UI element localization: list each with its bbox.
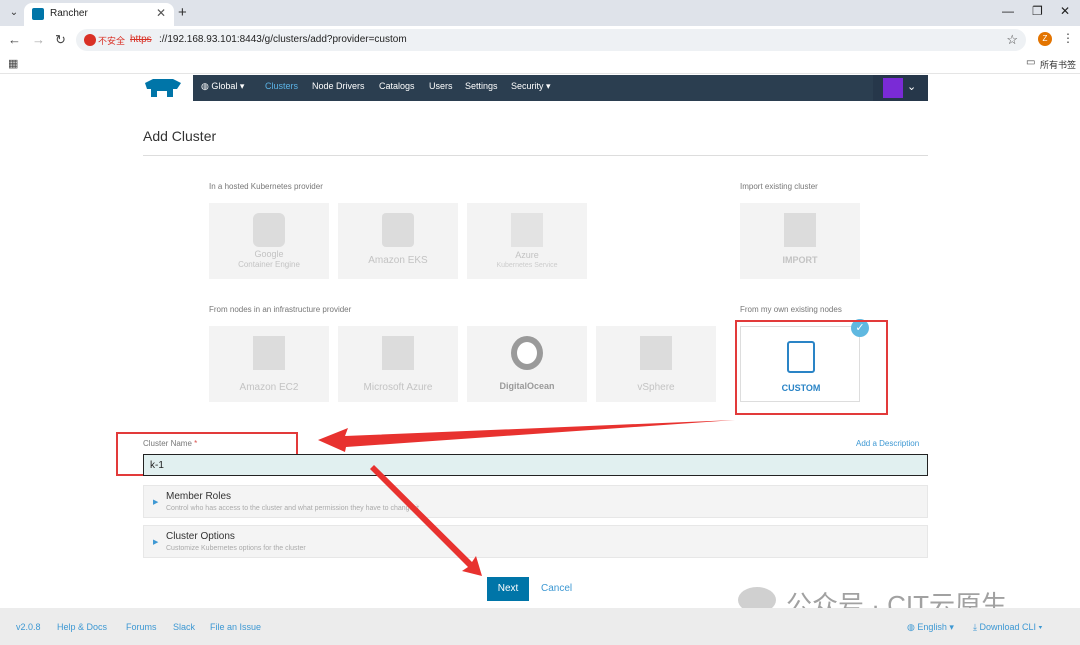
minimize-icon[interactable]: — bbox=[1002, 4, 1014, 18]
footer-slack[interactable]: Slack bbox=[173, 622, 195, 632]
back-arrow-icon[interactable]: ← bbox=[8, 32, 21, 47]
card-amazon-eks[interactable]: Amazon EKS bbox=[338, 203, 458, 279]
bookmarks-bar: ▦ ▭ 所有书签 bbox=[0, 54, 1080, 74]
cluster-name-input[interactable] bbox=[143, 454, 928, 476]
digitalocean-icon bbox=[511, 336, 543, 370]
do-label: DigitalOcean bbox=[499, 381, 555, 391]
accordion-subtitle: Control who has access to the cluster an… bbox=[166, 505, 419, 512]
browser-tab[interactable]: Rancher ✕ bbox=[24, 3, 174, 26]
warning-icon bbox=[84, 34, 96, 46]
url-input[interactable]: 不安全 https ://192.168.93.101:8443/g/clust… bbox=[76, 29, 1026, 51]
page-title: Add Cluster bbox=[143, 128, 217, 144]
expand-arrow-icon: ▶ bbox=[153, 499, 159, 506]
vsphere-icon bbox=[640, 336, 672, 370]
expand-arrow-icon: ▶ bbox=[153, 539, 159, 546]
apps-grid-icon[interactable]: ▦ bbox=[8, 57, 18, 70]
rancher-page: ◍ Global ▾ Clusters Node Drivers Catalog… bbox=[0, 75, 1080, 645]
footer-file-issue[interactable]: File an Issue bbox=[210, 622, 261, 632]
gke-hexagon-icon bbox=[253, 213, 285, 247]
nav-settings[interactable]: Settings bbox=[465, 81, 498, 91]
footer-forums[interactable]: Forums bbox=[126, 622, 157, 632]
nav-users[interactable]: Users bbox=[429, 81, 453, 91]
required-mark: * bbox=[194, 439, 198, 448]
address-bar-row: ← → ↻ 不安全 https ://192.168.93.101:8443/g… bbox=[0, 26, 1080, 54]
section-own-label: From my own existing nodes bbox=[740, 305, 842, 314]
avatar bbox=[883, 78, 903, 98]
close-icon[interactable]: ✕ bbox=[156, 6, 166, 20]
ec2-icon bbox=[253, 336, 285, 370]
insecure-label: 不安全 bbox=[98, 36, 126, 46]
next-button[interactable]: Next bbox=[487, 577, 529, 601]
gke-line1: Google bbox=[254, 249, 284, 259]
card-import[interactable]: IMPORT bbox=[740, 203, 860, 279]
rancher-favicon-icon bbox=[32, 8, 44, 20]
bookmark-star-icon[interactable]: ☆ bbox=[1006, 32, 1018, 48]
new-tab-plus-icon[interactable]: + bbox=[178, 4, 187, 21]
windows-icon bbox=[382, 336, 414, 370]
tab-list-chevron-icon[interactable]: ⌄ bbox=[6, 5, 22, 21]
accordion-member-roles[interactable]: ▶ Member Roles Control who has access to… bbox=[143, 485, 928, 518]
global-label: Global bbox=[211, 81, 238, 91]
section-import-label: Import existing cluster bbox=[740, 182, 818, 191]
import-box-icon bbox=[784, 213, 816, 247]
add-description-link[interactable]: Add a Description bbox=[856, 439, 919, 448]
reload-icon[interactable]: ↻ bbox=[55, 32, 66, 48]
global-menu[interactable]: ◍ Global ▾ bbox=[201, 81, 244, 92]
accordion-cluster-options[interactable]: ▶ Cluster Options Customize Kubernetes o… bbox=[143, 525, 928, 558]
footer-version[interactable]: v2.0.8 bbox=[16, 622, 41, 632]
accordion-title: Member Roles bbox=[166, 491, 232, 502]
language-label: English bbox=[917, 622, 947, 632]
section-infra-label: From nodes in an infrastructure provider bbox=[209, 305, 352, 314]
forward-arrow-icon[interactable]: → bbox=[32, 32, 45, 47]
language-select[interactable]: ◍ English ▾ bbox=[907, 622, 954, 633]
security-label: Security bbox=[511, 81, 544, 91]
user-menu[interactable]: ⌄ bbox=[873, 75, 928, 101]
accordion-title: Cluster Options bbox=[166, 531, 235, 542]
footer-help[interactable]: Help & Docs bbox=[57, 622, 107, 632]
more-menu-icon[interactable]: ⋮ bbox=[1062, 31, 1074, 45]
footer: v2.0.8 Help & Docs Forums Slack File an … bbox=[0, 608, 1080, 645]
cancel-button[interactable]: Cancel bbox=[541, 583, 572, 594]
import-label: IMPORT bbox=[782, 255, 818, 265]
azure-cubes-icon bbox=[511, 213, 543, 247]
restore-icon[interactable]: ❐ bbox=[1032, 4, 1043, 18]
profile-avatar[interactable]: Z bbox=[1038, 32, 1052, 46]
chevron-down-icon: ⌄ bbox=[907, 81, 917, 93]
all-bookmarks-link[interactable]: 所有书签 bbox=[1040, 58, 1076, 71]
gke-line2: Container Engine bbox=[238, 260, 300, 269]
cluster-name-label: Cluster Name * bbox=[143, 439, 197, 448]
divider bbox=[143, 155, 928, 156]
card-azure-ks[interactable]: Azure Kubernetes Service bbox=[467, 203, 587, 279]
top-nav: ◍ Global ▾ Clusters Node Drivers Catalog… bbox=[193, 75, 928, 101]
folder-icon: ▭ bbox=[1026, 57, 1036, 68]
vsphere-label: vSphere bbox=[637, 382, 675, 393]
custom-highlight-box bbox=[735, 320, 888, 415]
nav-node-drivers[interactable]: Node Drivers bbox=[312, 81, 365, 91]
accordion-subtitle: Customize Kubernetes options for the clu… bbox=[166, 545, 306, 552]
nav-security[interactable]: Security ▾ bbox=[511, 81, 551, 92]
card-google-gke[interactable]: Google Container Engine bbox=[209, 203, 329, 279]
card-microsoft-azure[interactable]: Microsoft Azure bbox=[338, 326, 458, 402]
card-amazon-ec2[interactable]: Amazon EC2 bbox=[209, 326, 329, 402]
cluster-name-text: Cluster Name bbox=[143, 439, 192, 448]
download-label: Download CLI bbox=[979, 622, 1037, 632]
section-hosted-label: In a hosted Kubernetes provider bbox=[209, 182, 323, 191]
eks-label: Amazon EKS bbox=[368, 255, 428, 266]
tab-title: Rancher bbox=[50, 8, 88, 19]
azure-ks-line1: Azure bbox=[515, 250, 539, 260]
eks-k-icon bbox=[382, 213, 414, 247]
window-close-icon[interactable]: ✕ bbox=[1060, 4, 1070, 18]
card-digitalocean[interactable]: DigitalOcean bbox=[467, 326, 587, 402]
azure-ks-line2: Kubernetes Service bbox=[496, 262, 558, 269]
url-text: ://192.168.93.101:8443/g/clusters/add?pr… bbox=[159, 34, 407, 45]
url-scheme: https bbox=[130, 34, 152, 45]
browser-tab-bar: ⌄ Rancher ✕ + — ❐ ✕ bbox=[0, 0, 1080, 26]
rancher-logo-icon[interactable] bbox=[143, 77, 183, 99]
nav-catalogs[interactable]: Catalogs bbox=[379, 81, 415, 91]
nav-clusters[interactable]: Clusters bbox=[265, 81, 298, 91]
ec2-label: Amazon EC2 bbox=[239, 382, 299, 393]
card-vsphere[interactable]: vSphere bbox=[596, 326, 716, 402]
download-cli-button[interactable]: ⤓ Download CLI ▾ bbox=[973, 622, 1042, 633]
msazure-label: Microsoft Azure bbox=[363, 382, 433, 393]
